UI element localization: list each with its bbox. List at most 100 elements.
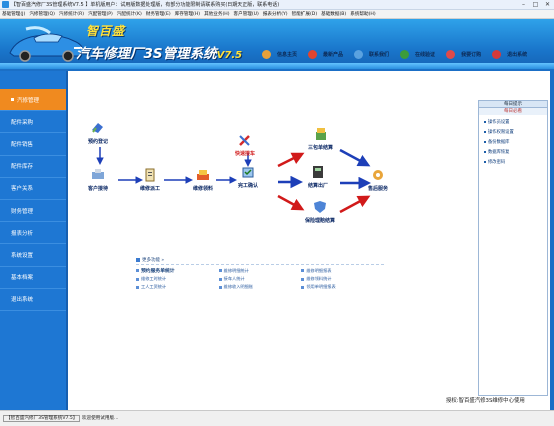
close-button[interactable]: ✕ <box>543 1 552 8</box>
flow-label: 三包单结算 <box>308 145 334 151</box>
quick-item-icon <box>218 269 222 272</box>
status-message: 欢迎使用试用版... <box>81 416 119 421</box>
home-icon <box>262 50 271 59</box>
quick-item-icon <box>136 277 139 281</box>
flow-insurance[interactable]: 保险理赔结算 <box>305 200 335 224</box>
tips-item[interactable]: 操作权限设置 <box>484 129 547 135</box>
flow-label: 售后服务 <box>368 186 389 192</box>
quick-item-icon <box>218 285 222 289</box>
menu-item[interactable]: 基础数据(B) <box>321 11 346 17</box>
status-bar: 【智百盛汽修厂3S管理系统V7.5】 欢迎使用试用版... <box>0 410 554 426</box>
product-icon <box>308 50 318 59</box>
quick-item-label: 维修领料统计 <box>306 276 332 281</box>
sidebar-item-customer[interactable]: 客户关系 <box>0 178 66 200</box>
menu-item[interactable]: 客户管理(U) <box>234 11 259 17</box>
menu-item[interactable]: 基础管理(J) <box>2 11 25 17</box>
top-link-label: 退出系统 <box>507 52 528 58</box>
license-credit: 授权:智百盛汽修3S维修中心使用 <box>446 398 525 404</box>
top-link-label: 在线验证 <box>415 52 436 58</box>
tips-item[interactable]: 备份数据库 <box>484 139 547 145</box>
sidebar-item-repair[interactable]: 汽修管理 <box>0 89 66 112</box>
sports-car-icon <box>9 26 84 62</box>
tips-subheader: 每日必看 <box>479 108 547 115</box>
sidebar-item-sales[interactable]: 配件销售 <box>0 133 66 156</box>
flow-label: 维修派工 <box>140 186 161 192</box>
quick-functions: 更多功能 » 预约服务单统计 维修明细统计 维修明细报表 维修工时统计 接车人统… <box>136 257 384 290</box>
tips-item[interactable]: 修改密码 <box>484 159 547 165</box>
menu-item[interactable]: 汽修统计(R) <box>59 11 84 17</box>
top-link-verify[interactable]: 在线验证 <box>400 50 435 59</box>
quick-item[interactable]: 接车人统计 <box>218 276 302 282</box>
menu-item[interactable]: 财务管理(E) <box>146 11 171 17</box>
menu-item[interactable]: 系统帮助(H) <box>350 11 375 17</box>
tips-item[interactable]: 数据库恢复 <box>484 149 547 155</box>
quick-item[interactable]: 预约服务单统计 <box>136 267 219 274</box>
sidebar-item-settings[interactable]: 系统设置 <box>0 244 66 267</box>
menu-item[interactable]: 汽配统计(K) <box>117 11 142 17</box>
quick-item[interactable]: 维修领料统计 <box>301 276 384 282</box>
sidebar-item-purchase[interactable]: 配件采购 <box>0 111 66 134</box>
flow-label: 保险理赔结算 <box>305 218 336 224</box>
top-link-exit[interactable]: 退出系统 <box>492 50 527 59</box>
sidebar: 汽修管理 配件采购 配件销售 配件库存 客户关系 财务管理 报表分析 系统设置 … <box>0 71 68 410</box>
product-version: V7.5 <box>216 50 243 61</box>
quick-item-label: 维修工时统计 <box>141 276 167 281</box>
calculator-icon <box>313 166 323 178</box>
flow-label: 快速接车 <box>235 151 256 157</box>
app-icon <box>2 1 9 8</box>
menu-item[interactable]: 其他业务(H) <box>204 11 229 17</box>
quick-item[interactable]: 工人工资统计 <box>136 284 219 290</box>
top-link-contact[interactable]: 联系我们 <box>354 50 389 59</box>
quick-item[interactable]: 维修明细统计 <box>218 267 302 274</box>
status-text: 【智百盛汽修厂3S管理系统V7.5】 欢迎使用试用版... <box>3 415 119 422</box>
flow-reserve[interactable]: 预约登记 <box>88 121 108 145</box>
menu-item[interactable]: 汽修管理(Q) <box>29 11 55 17</box>
menu-item[interactable]: 报表分析(Y) <box>263 11 288 17</box>
phone-icon <box>92 123 103 133</box>
menu-item[interactable]: 汽配管理(P) <box>88 11 113 17</box>
flow-material[interactable]: 维修领料 <box>193 168 213 192</box>
flow-quick[interactable]: 快速接车 <box>235 133 255 157</box>
window-controls: – □ ✕ <box>519 1 552 8</box>
menu-item[interactable]: 智能扩展(D) <box>292 11 318 17</box>
flow-checkout[interactable]: 结算出厂 <box>308 165 328 189</box>
sidebar-item-stock[interactable]: 配件库存 <box>0 156 66 178</box>
verify-icon <box>400 50 410 59</box>
brand-name: 智百盛 <box>86 24 126 38</box>
order-icon <box>446 50 456 59</box>
top-link-product[interactable]: 最新产品 <box>308 50 343 59</box>
package-icon <box>315 128 326 140</box>
quick-item-label: 维修明细报表 <box>306 267 332 273</box>
top-link-order[interactable]: 我要订购 <box>446 50 481 59</box>
top-link-home[interactable]: 信息主页 <box>262 50 297 59</box>
sidebar-item-exit[interactable]: 退出系统 <box>0 289 66 311</box>
quick-header: 更多功能 » <box>136 257 384 265</box>
header-banner: 智百盛 汽车修理厂3S管理系统V7.5 信息主页 最新产品 联系我们 在线验证 … <box>0 19 554 69</box>
top-link-label: 联系我们 <box>369 52 390 58</box>
quick-header-icon <box>136 258 140 262</box>
tips-item[interactable]: 操作员设置 <box>484 119 547 125</box>
sidebar-item-reports[interactable]: 报表分析 <box>0 222 66 245</box>
sidebar-item-archive[interactable]: 基本档案 <box>0 267 66 289</box>
flow-revisit[interactable]: 售后服务 <box>368 168 388 192</box>
quick-item[interactable]: 维修明细报表 <box>301 267 384 274</box>
flow-customer[interactable]: 客户接待 <box>88 168 108 192</box>
minimize-button[interactable]: – <box>519 1 528 8</box>
quick-item[interactable]: 维修收入明细账 <box>218 284 302 290</box>
quick-item-label: 接车人统计 <box>223 276 245 281</box>
sidebar-item-finance[interactable]: 财务管理 <box>0 200 66 223</box>
service-icon <box>373 170 383 180</box>
flow-settle3[interactable]: 三包单结算 <box>308 127 333 151</box>
quick-item[interactable]: 领用单明细报表 <box>301 284 384 290</box>
maximize-button[interactable]: □ <box>531 1 540 8</box>
quick-item-icon <box>301 277 305 281</box>
flow-finish[interactable]: 完工确认 <box>238 165 258 189</box>
reception-icon <box>92 169 104 179</box>
quick-item-icon <box>136 285 139 289</box>
product-title: 汽车修理厂3S管理系统 <box>76 46 217 62</box>
product-name: 汽车修理厂3S管理系统V7.5 <box>76 42 242 62</box>
flow-dispatch[interactable]: 维修派工 <box>140 168 160 192</box>
menu-item[interactable]: 库存管理(H) <box>175 11 200 17</box>
top-link-label: 最新产品 <box>323 52 344 58</box>
quick-item[interactable]: 维修工时统计 <box>136 276 219 282</box>
